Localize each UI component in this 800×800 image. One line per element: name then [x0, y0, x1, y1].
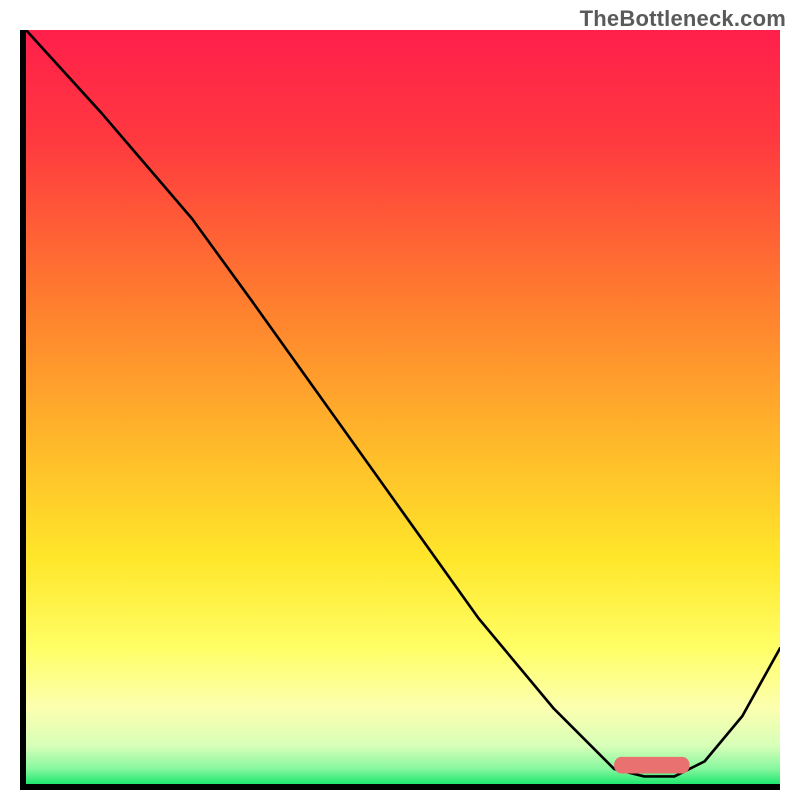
plot-area: [26, 30, 780, 784]
watermark-text: TheBottleneck.com: [580, 6, 786, 32]
optimal-marker: [26, 30, 780, 784]
chart-container: TheBottleneck.com: [0, 0, 800, 800]
plot-frame: [20, 30, 780, 790]
